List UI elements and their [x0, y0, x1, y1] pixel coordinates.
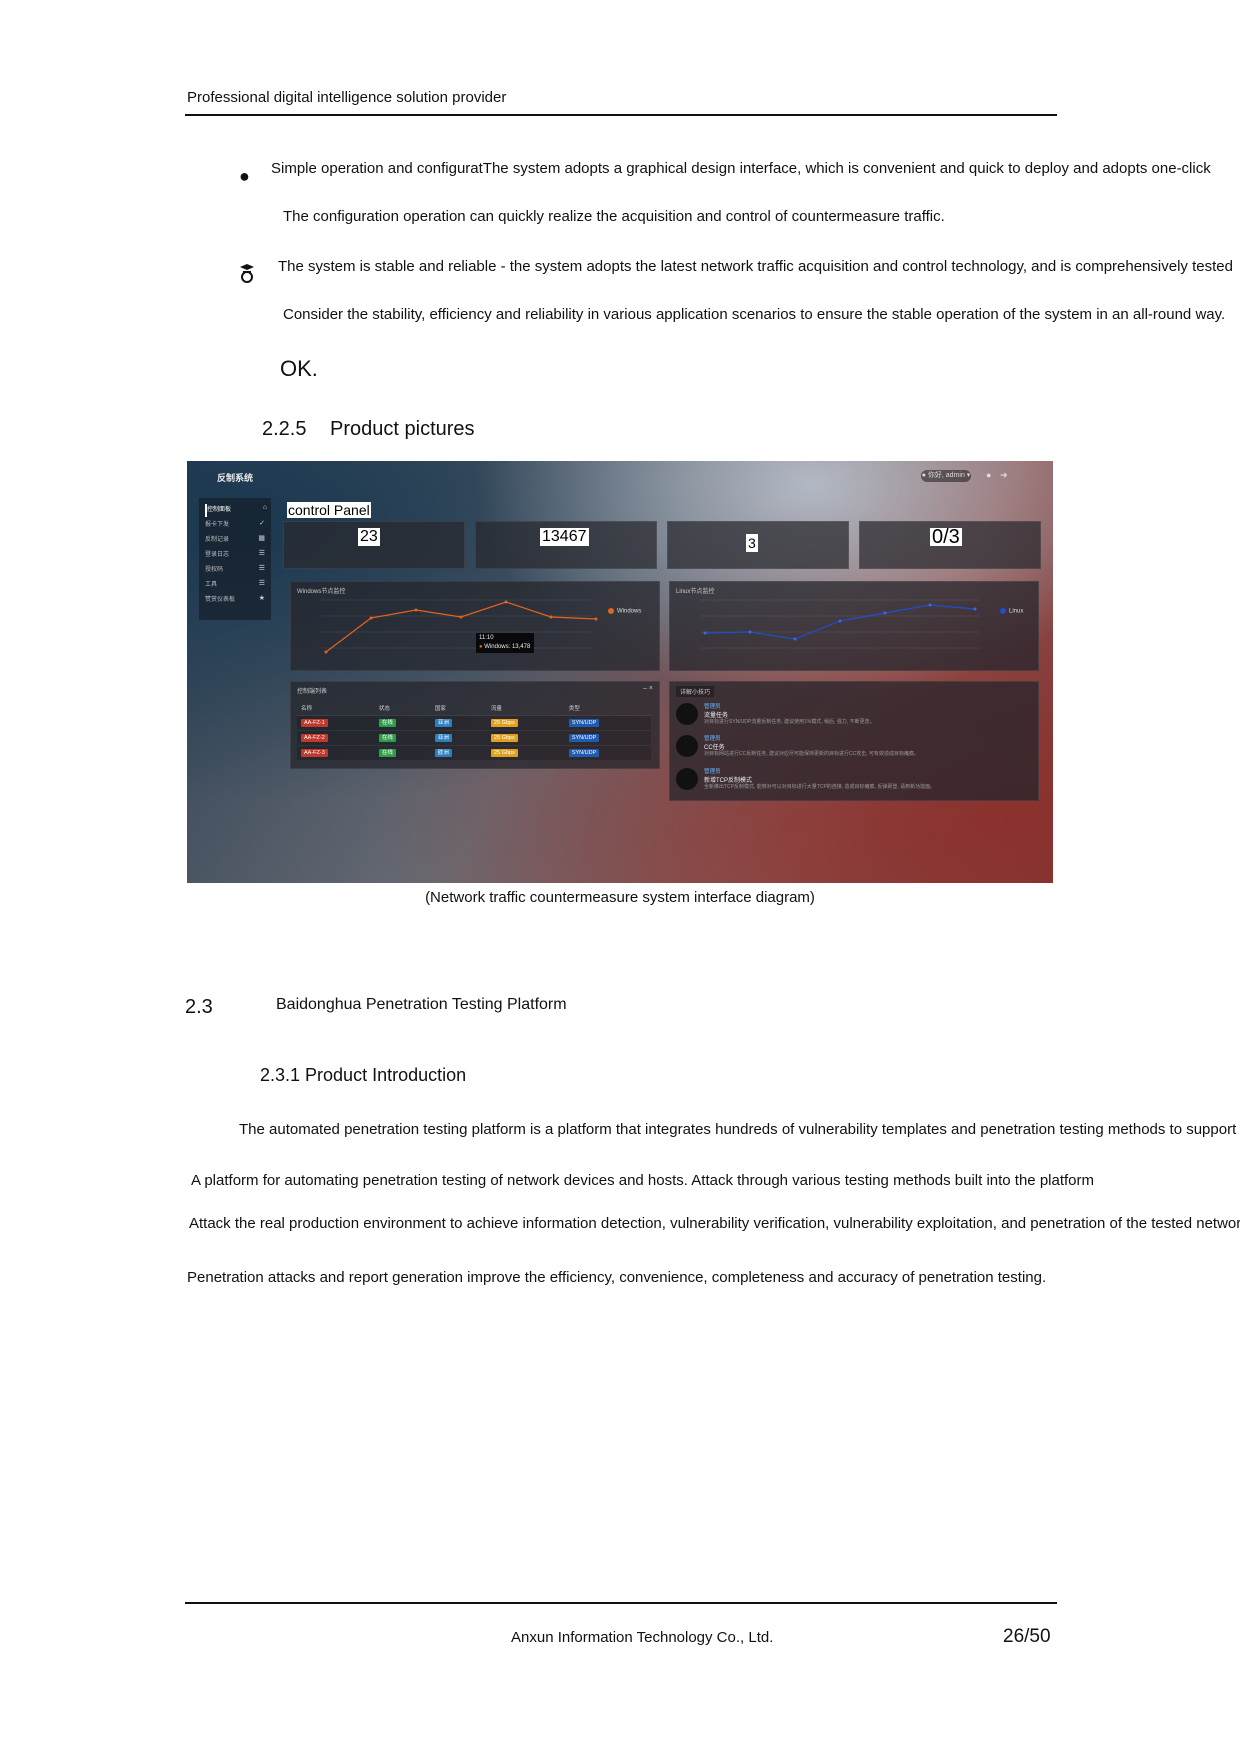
- figure-caption: (Network traffic countermeasure system i…: [425, 889, 815, 906]
- person-icon: ●: [986, 470, 992, 480]
- control-table: 名称 状态 国家 流量 类型 AA-FZ-1 在线 亚洲 25 Gbps SYN…: [297, 701, 651, 760]
- section-number: 2.2.5: [262, 418, 307, 440]
- bullet-graduation-icon: [240, 264, 254, 283]
- legend-windows: Windows: [608, 608, 641, 615]
- app-logo: 反制系统: [217, 473, 254, 483]
- avatar: [676, 735, 698, 757]
- intro-line-1: The automated penetration testing platfo…: [239, 1121, 1240, 1138]
- bullet-2-line-2: Consider the stability, efficiency and r…: [283, 306, 1226, 323]
- user-menu: ● 你好, admin ▾: [921, 470, 971, 482]
- stat-value: 3: [746, 534, 758, 552]
- stat-value: 0/3: [930, 526, 962, 548]
- section-title: Product pictures: [330, 418, 475, 440]
- dashboard-title: control Panel: [287, 502, 371, 518]
- sidebar-item-dashboard: 控制面板 ⌂: [205, 504, 269, 517]
- windows-line-chart: [321, 599, 598, 654]
- stat-value: 13467: [540, 528, 589, 546]
- sidebar-item-2: 报卡下发 ✓: [205, 520, 265, 528]
- stat-card-4: 0/3: [859, 521, 1041, 569]
- tip-item: 管理员 CC任务 对目标网站进行CC反制任务, 建议对应尽可能保持更新的目标进行…: [676, 732, 1036, 762]
- footer-rule: [185, 1602, 1057, 1604]
- intro-line-3: Attack the real production environment t…: [189, 1215, 1240, 1232]
- product-screenshot: 反制系统 ● 你好, admin ▾ ● ➜ 控制面板 ⌂ 报卡下发 ✓ 反制记录 ▦…: [187, 461, 1053, 883]
- tip-item: 管理员 流量任务 对目标进行SYN/UDP流量反制任务, 建议使用1%模式, 稍…: [676, 700, 1036, 730]
- panel-title: 详解小技巧: [676, 686, 715, 697]
- sidebar-item-7: 赞赏仪表板 ★: [205, 595, 265, 603]
- sidebar: 控制面板 ⌂ 报卡下发 ✓ 反制记录 ▦ 登录日志 ☰ 授权码 ☰ 工具 ☰ 赞赏仪表板 ★: [199, 498, 271, 620]
- sidebar-item-4: 登录日志 ☰: [205, 550, 265, 558]
- stat-card-1: 23: [283, 521, 465, 569]
- list-icon: ☰: [258, 565, 265, 572]
- tip-item: 管理员 新增TCP反制模式 全新推出TCP反制模式, 能够对可以对目标进行大量T…: [676, 765, 1036, 795]
- list-icon: ☰: [258, 580, 265, 587]
- panel-controls: – ×: [643, 685, 653, 692]
- header-rule: [185, 114, 1057, 116]
- sidebar-item-6: 工具 ☰: [205, 580, 265, 588]
- section-23-number: 2.3: [185, 996, 213, 1018]
- logout-icon: ➜: [1000, 470, 1008, 480]
- tooltip-time: 11:10: [479, 635, 494, 641]
- section-231-heading: 2.3.1 Product Introduction: [260, 1065, 467, 1085]
- bullet-dot: ●: [239, 166, 250, 186]
- star-icon: ★: [258, 595, 265, 602]
- bullet-2-line-3: OK.: [280, 356, 318, 381]
- panel-title: 控制端列表: [297, 689, 328, 695]
- stat-card-2: 13467: [475, 521, 657, 569]
- tips-panel: 详解小技巧 管理员 流量任务 对目标进行SYN/UDP流量反制任务, 建议使用1…: [669, 681, 1039, 801]
- section-225-heading: 2.2.5 Product pictures: [262, 418, 475, 441]
- pin-icon: ✓: [259, 520, 265, 527]
- stat-value: 23: [358, 528, 380, 546]
- intro-line-2: A platform for automating penetration te…: [191, 1172, 1095, 1189]
- list-icon: ☰: [258, 550, 265, 557]
- sidebar-item-3: 反制记录 ▦: [205, 535, 265, 543]
- bullet-1-line-2: The configuration operation can quickly …: [283, 208, 945, 225]
- control-list-panel: 控制端列表 – × 名称 状态 国家 流量 类型 AA-FZ-1 在线 亚洲 2…: [290, 681, 660, 769]
- legend-dot: [1000, 608, 1006, 614]
- bullet-1-line-1: Simple operation and configuratThe syste…: [271, 160, 1211, 177]
- sidebar-item-5: 授权码 ☰: [205, 565, 265, 573]
- linux-line-chart: [700, 599, 980, 649]
- windows-monitor-panel: Windows节点监控 Windows 11:10 ● Windows: 13,…: [290, 581, 660, 671]
- stat-card-3: 3: [667, 521, 849, 569]
- footer-company: Anxun Information Technology Co., Ltd.: [511, 1629, 774, 1646]
- table-row: AA-FZ-2 在线 亚洲 25 Gbps SYN/UDP: [297, 730, 651, 746]
- chart-tooltip: 11:10 ● Windows: 13,478: [476, 633, 534, 653]
- bar-chart-icon: ▦: [258, 535, 265, 542]
- table-row: AA-FZ-3 在线 欧洲 25 Gbps SYN/UDP: [297, 745, 651, 760]
- page-number: 26/50: [1003, 1626, 1051, 1647]
- avatar: [676, 703, 698, 725]
- bullet-2-line-1: The system is stable and reliable - the …: [278, 258, 1233, 275]
- avatar: [676, 768, 698, 790]
- section-23-title: Baidonghua Penetration Testing Platform: [276, 996, 567, 1013]
- table-row: AA-FZ-1 在线 亚洲 25 Gbps SYN/UDP: [297, 715, 651, 731]
- tooltip-value: ● Windows: 13,478: [479, 644, 531, 650]
- running-header: Professional digital intelligence soluti…: [187, 89, 507, 106]
- intro-line-4: Penetration attacks and report generatio…: [187, 1269, 1047, 1286]
- home-icon: ⌂: [262, 504, 267, 511]
- table-header-row: 名称 状态 国家 流量 类型: [301, 706, 580, 712]
- legend-linux: Linux: [1000, 608, 1023, 615]
- linux-monitor-panel: Linux节点监控 Linux: [669, 581, 1039, 671]
- legend-dot: [608, 608, 614, 614]
